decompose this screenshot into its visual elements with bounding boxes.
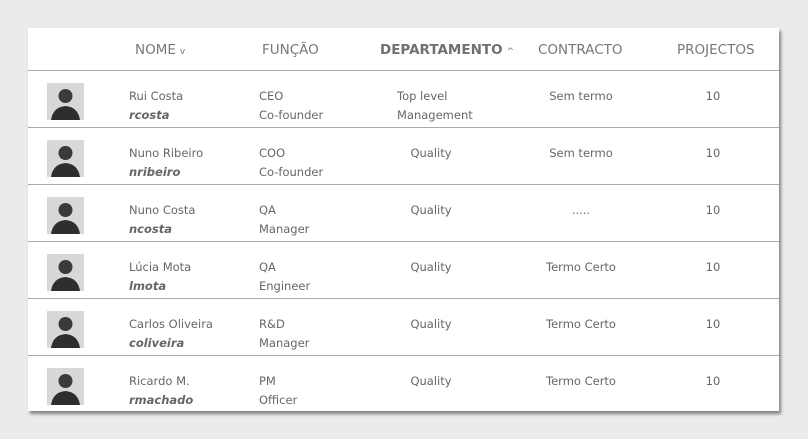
contract-cell: Sem termo (549, 146, 613, 160)
projects-cell: 10 (705, 374, 721, 388)
department-cell: Quality (410, 258, 451, 277)
projects-cell: 10 (705, 317, 721, 331)
department-line-1: Quality (410, 203, 452, 217)
projects-cell: 10 (705, 89, 721, 103)
avatar (47, 140, 84, 177)
projects-cell: 10 (705, 146, 721, 160)
header-label: NOME (135, 42, 176, 58)
role-line-1: QA (259, 260, 276, 274)
department-line-1: Quality (410, 146, 452, 160)
role-cell: QA Manager (259, 201, 309, 239)
full-name: Rui Costa (129, 89, 184, 103)
sort-asc-icon: ^ (506, 47, 515, 57)
department-line-1: Quality (410, 374, 452, 388)
header-label: DEPARTAMENTO (380, 42, 503, 58)
role-cell: QA Engineer (259, 258, 310, 296)
username: rmachado (129, 393, 194, 407)
role-line-1: QA (259, 203, 276, 217)
full-name: Nuno Costa (129, 203, 196, 217)
table-row[interactable]: Carlos Oliveira coliveira R&D Manager Qual… (28, 299, 779, 356)
name-cell: Nuno Costa ncosta (129, 201, 195, 239)
table-row[interactable]: Nuno Ribeiro nribeiro COO Co-founder Quali… (28, 128, 779, 185)
name-cell: Carlos Oliveira coliveira (129, 315, 213, 353)
table-row[interactable]: Lúcia Mota lmota QA Engineer Quality Termo… (28, 242, 779, 299)
column-header-nome[interactable]: NOME v (135, 42, 185, 58)
department-line-1: Quality (410, 260, 452, 274)
role-cell: PM Officer (259, 372, 297, 410)
full-name: Nuno Ribeiro (129, 146, 204, 160)
table-header: NOME v FUNÇÃO DEPARTAMENTO ^ CONTRACTO PRO… (28, 28, 779, 71)
role-line-1: R&D (259, 317, 285, 331)
name-cell: Rui Costa rcosta (129, 87, 183, 125)
full-name: Ricardo M. (129, 374, 190, 388)
department-line-1: Top level (397, 89, 448, 103)
department-cell: Quality (410, 201, 451, 220)
role-line-2: Manager (259, 222, 310, 236)
full-name: Lúcia Mota (129, 260, 192, 274)
table-row[interactable]: Nuno Costa ncosta QA Manager Quality .....… (28, 185, 779, 242)
avatar (47, 197, 84, 234)
contract-cell: Termo Certo (546, 374, 616, 388)
role-cell: COO Co-founder (259, 144, 323, 182)
avatar (47, 254, 84, 291)
role-line-2: Engineer (259, 279, 311, 293)
column-header-funcao[interactable]: FUNÇÃO (262, 42, 319, 58)
role-line-1: CEO (259, 89, 284, 103)
role-cell: R&D Manager (259, 315, 309, 353)
username: lmota (129, 279, 167, 293)
sort-desc-icon: v (179, 47, 186, 57)
role-line-2: Manager (259, 336, 310, 350)
avatar (47, 83, 84, 120)
contract-cell: Termo Certo (546, 260, 616, 274)
username: rcosta (129, 108, 170, 122)
department-cell: Quality (410, 372, 451, 391)
full-name: Carlos Oliveira (129, 317, 213, 331)
table-row[interactable]: Rui Costa rcosta CEO Co-founder Top level M… (28, 71, 779, 128)
column-header-contracto[interactable]: CONTRACTO (538, 42, 623, 58)
projects-cell: 10 (705, 203, 721, 217)
role-cell: CEO Co-founder (259, 87, 323, 125)
role-line-1: COO (259, 146, 286, 160)
department-cell: Quality (410, 144, 451, 163)
department-cell: Quality (410, 315, 451, 334)
role-line-2: Officer (259, 393, 298, 407)
contract-cell: Termo Certo (546, 317, 616, 331)
avatar (47, 311, 84, 348)
name-cell: Nuno Ribeiro nribeiro (129, 144, 203, 182)
name-cell: Lúcia Mota lmota (129, 258, 191, 296)
department-line-2: Management (397, 108, 473, 122)
username: nribeiro (129, 165, 181, 179)
projects-cell: 10 (705, 260, 721, 274)
department-line-1: Quality (410, 317, 452, 331)
users-table: NOME v FUNÇÃO DEPARTAMENTO ^ CONTRACTO PRO… (28, 28, 779, 411)
username: coliveira (129, 336, 185, 350)
role-line-2: Co-founder (259, 108, 324, 122)
role-line-2: Co-founder (259, 165, 324, 179)
column-header-projectos[interactable]: PROJECTOS (677, 42, 755, 58)
column-header-departamento[interactable]: DEPARTAMENTO ^ (380, 42, 514, 58)
department-cell: Top level Management (397, 87, 473, 125)
role-line-1: PM (259, 374, 276, 388)
contract-cell: ..... (571, 203, 591, 217)
name-cell: Ricardo M. rmachado (129, 372, 193, 410)
contract-cell: Sem termo (549, 89, 613, 103)
username: ncosta (129, 222, 173, 236)
avatar (47, 368, 84, 405)
table-row[interactable]: Ricardo M. rmachado PM Officer Quality Ter… (28, 356, 779, 412)
